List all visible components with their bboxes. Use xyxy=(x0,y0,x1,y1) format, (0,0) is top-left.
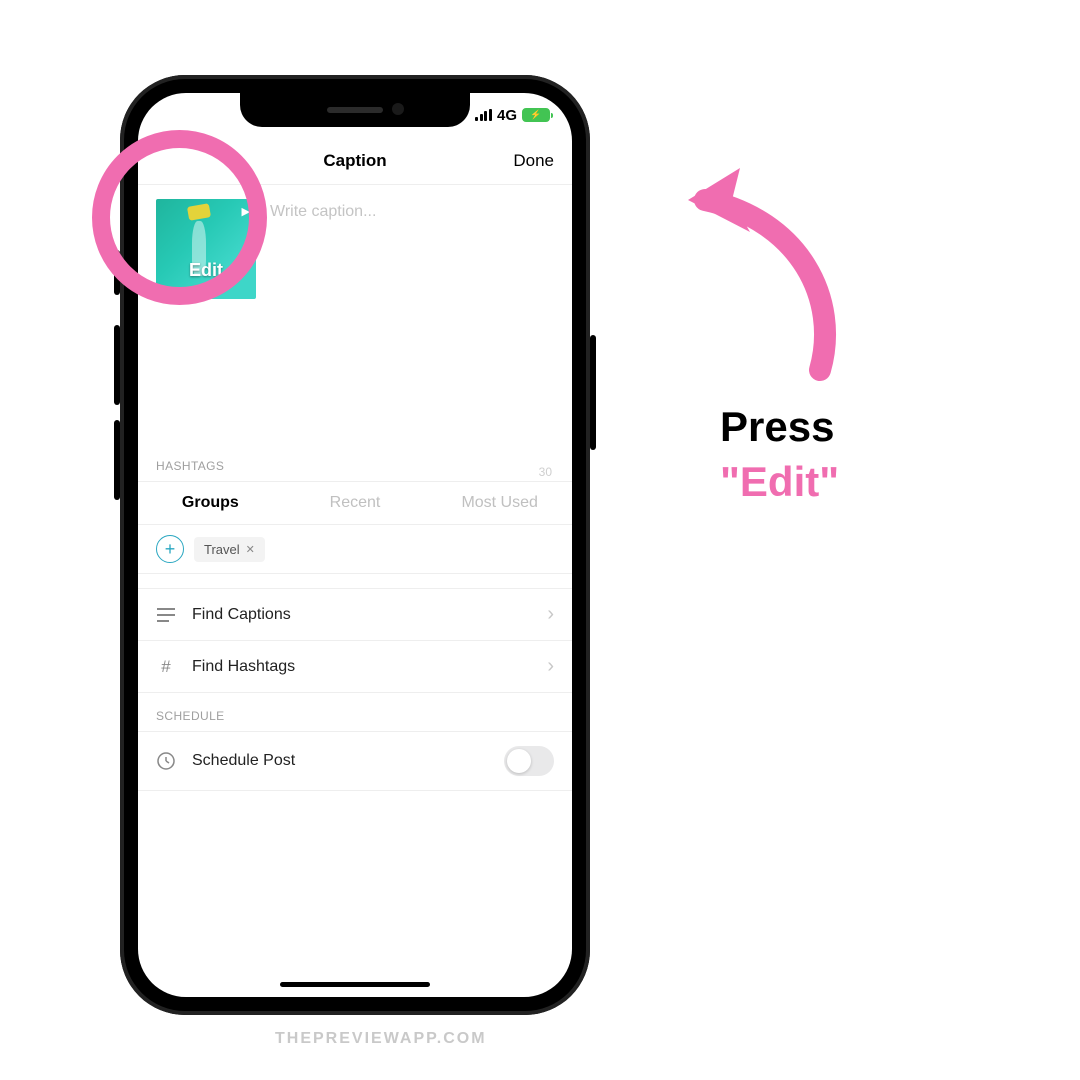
clock-icon xyxy=(156,752,176,770)
tab-groups[interactable]: Groups xyxy=(138,482,283,524)
phone-camera xyxy=(392,103,404,115)
phone-speaker xyxy=(327,107,383,113)
signal-icon xyxy=(475,109,492,121)
row-label: Find Hashtags xyxy=(192,658,295,676)
add-hashtag-button[interactable]: + xyxy=(156,535,184,563)
action-list: Find Captions › # Find Hashtags › xyxy=(138,588,572,693)
phone-vol-up xyxy=(114,325,120,405)
schedule-section-label: SCHEDULE xyxy=(138,693,572,731)
hashtag-chip-row: + Travel ✕ xyxy=(138,525,572,574)
instruction-line2: "Edit" xyxy=(720,455,839,510)
hashtags-section-label: HASHTAGS xyxy=(138,443,572,481)
charging-icon: ⚡ xyxy=(530,110,541,121)
tab-recent[interactable]: Recent xyxy=(283,482,428,524)
annotation-circle xyxy=(92,130,267,305)
tab-most-used[interactable]: Most Used xyxy=(427,482,572,524)
battery-icon: ⚡ xyxy=(522,108,550,122)
home-indicator[interactable] xyxy=(280,982,430,987)
plus-icon: + xyxy=(165,539,176,560)
chevron-right-icon: › xyxy=(547,655,554,678)
schedule-toggle[interactable] xyxy=(504,746,554,776)
row-label: Schedule Post xyxy=(192,752,295,770)
hashtag-chip[interactable]: Travel ✕ xyxy=(194,537,265,562)
content-area: ▶ Edit Write caption... 30 HASHTAGS Grou… xyxy=(138,185,572,997)
chevron-right-icon: › xyxy=(547,603,554,626)
lines-icon xyxy=(156,607,176,623)
network-label: 4G xyxy=(497,107,517,124)
find-hashtags-row[interactable]: # Find Hashtags › xyxy=(138,641,572,693)
caption-input[interactable]: Write caption... xyxy=(270,199,376,221)
phone-vol-down xyxy=(114,420,120,500)
char-counter: 30 xyxy=(539,465,552,479)
schedule-post-row[interactable]: Schedule Post xyxy=(138,731,572,791)
phone-power-button xyxy=(590,335,596,450)
chip-label: Travel xyxy=(204,542,240,557)
done-button[interactable]: Done xyxy=(513,151,554,171)
instruction-text: Press "Edit" xyxy=(720,400,839,509)
instruction-line1: Press xyxy=(720,400,839,455)
hash-icon: # xyxy=(156,657,176,677)
row-label: Find Captions xyxy=(192,606,291,624)
watermark: THEPREVIEWAPP.COM xyxy=(275,1030,487,1048)
phone-notch xyxy=(240,93,470,127)
close-icon[interactable]: ✕ xyxy=(246,543,255,556)
find-captions-row[interactable]: Find Captions › xyxy=(138,589,572,641)
annotation-arrow xyxy=(680,160,880,390)
hashtag-tabs: Groups Recent Most Used xyxy=(138,481,572,525)
